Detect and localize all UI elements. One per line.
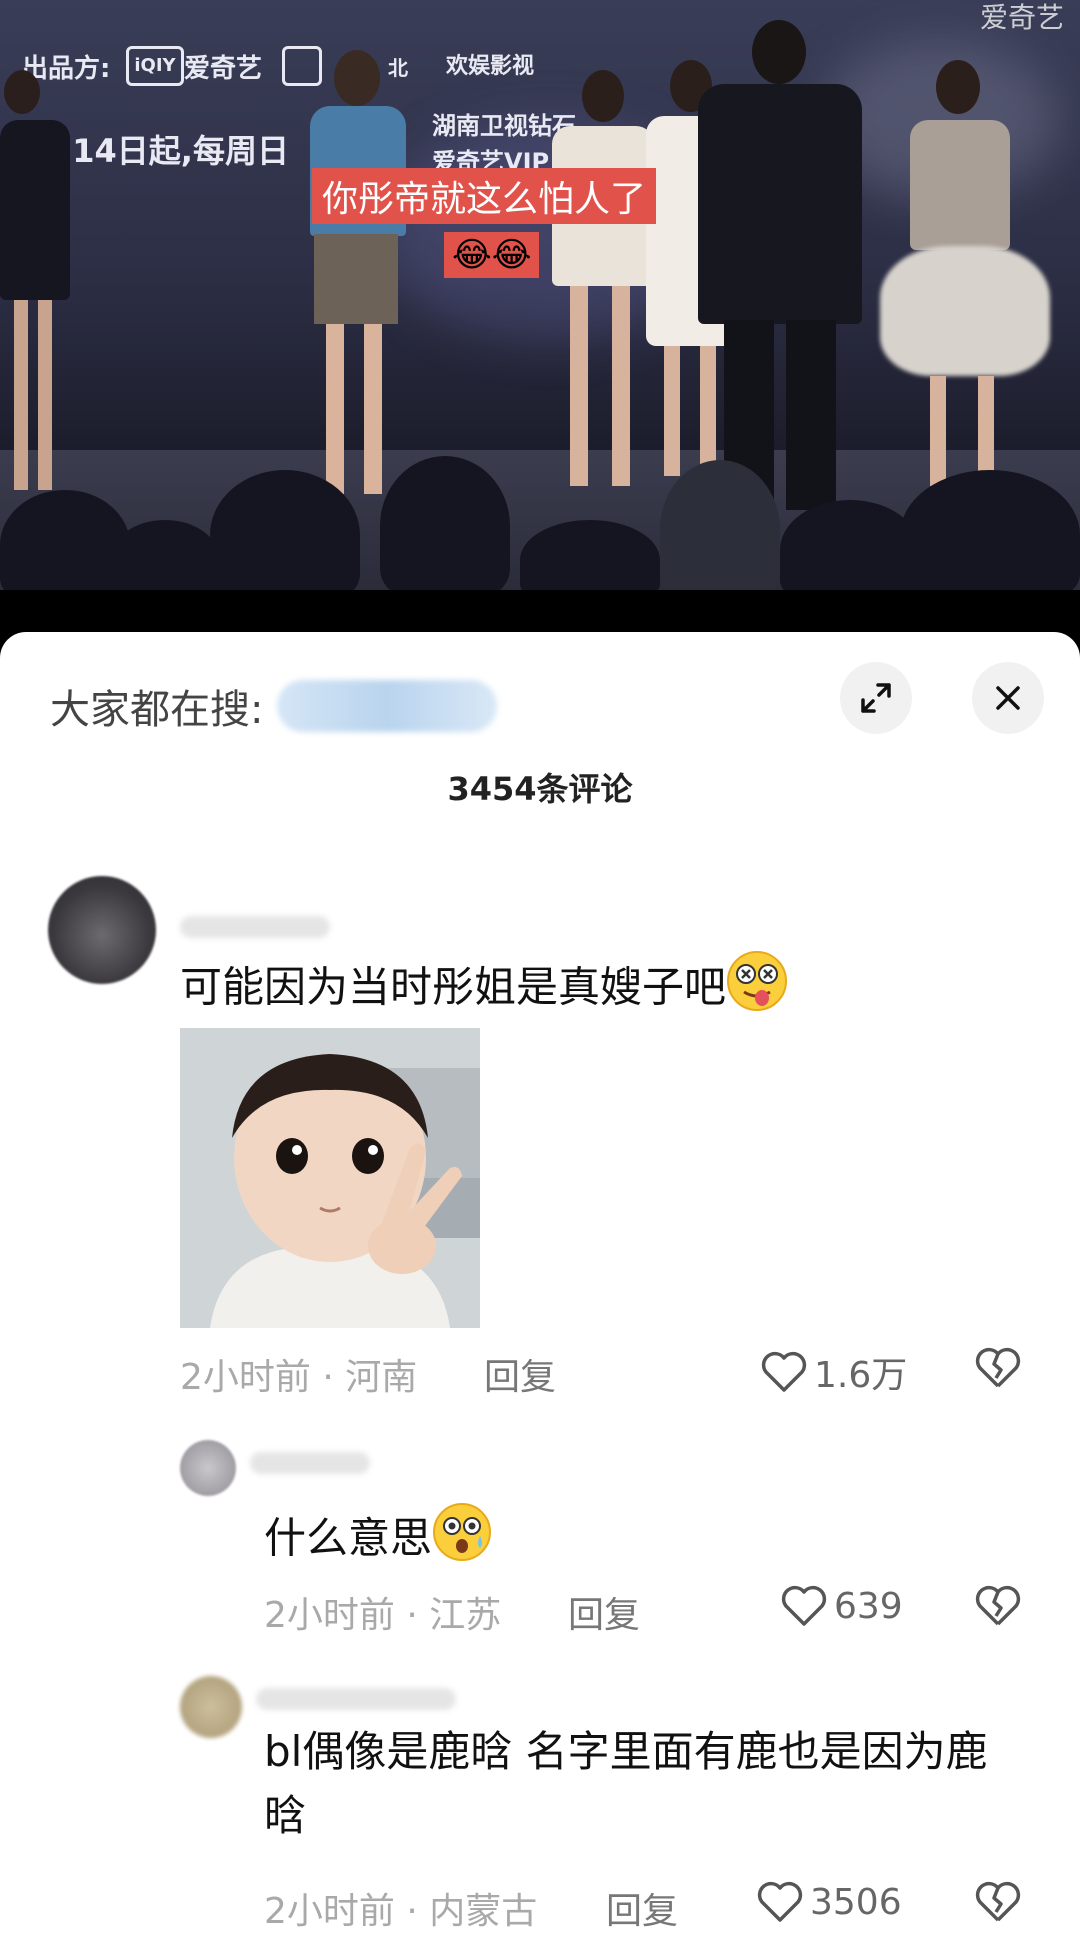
username-blurred[interactable]: [256, 1688, 456, 1710]
search-label: 大家都在搜:: [50, 687, 264, 733]
comment-image[interactable]: [180, 1028, 480, 1328]
person-right-tulle: [880, 60, 1050, 500]
comment-text: 什么意思: [264, 1502, 492, 1580]
reply-button[interactable]: 回复: [484, 1348, 556, 1400]
comment-text: 可能因为当时彤姐是真嫂子吧: [180, 950, 788, 1030]
audience: [210, 470, 360, 590]
comment-text: bl偶像是鹿晗 名字里面有鹿也是因为鹿 晗: [264, 1727, 988, 1840]
toddler-photo: [180, 1028, 480, 1328]
close-icon: [996, 686, 1020, 710]
expand-button[interactable]: [840, 662, 912, 734]
avatar[interactable]: [180, 1676, 242, 1738]
search-keyword-blurred[interactable]: [277, 680, 498, 732]
like-button[interactable]: 3506: [756, 1880, 902, 1924]
like-count: 1.6万: [814, 1355, 908, 1396]
audience: [110, 520, 220, 590]
dislike-button[interactable]: [974, 1346, 1022, 1394]
audience: [380, 456, 510, 590]
person-dark-suit: [690, 20, 870, 520]
dislike-button[interactable]: [974, 1584, 1022, 1632]
iqiyi-logo: iQIY: [126, 46, 184, 86]
comment-sheet: 大家都在搜: 3454条评论 可能因为当时彤姐是真嫂子吧 2小时前 · 河南 回…: [0, 632, 1080, 1960]
caption-emoji: 😂😂: [444, 232, 540, 278]
avatar[interactable]: [180, 1440, 236, 1496]
comment-meta: 2小时前 · 河南: [180, 1357, 418, 1398]
person-far-left: [0, 70, 70, 500]
credit-partner-huanyu: 欢娱影视: [446, 54, 535, 79]
video-player[interactable]: 出品方: iQIY 爱奇艺 北 欢娱影视 1月14日起,每周日 一 湖南卫视钻石…: [0, 0, 1080, 590]
hot-search-bar[interactable]: 大家都在搜:: [50, 676, 498, 736]
expand-icon: [861, 683, 891, 713]
username-blurred[interactable]: [250, 1452, 370, 1474]
reply-button[interactable]: 回复: [606, 1882, 678, 1934]
comment-meta: 2小时前 · 内蒙古: [264, 1891, 538, 1932]
reply-button[interactable]: 回复: [568, 1586, 640, 1638]
video-caption: 你彤帝就这么怕人了: [312, 168, 657, 224]
watermark: 爱奇艺: [980, 1, 1065, 34]
broken-heart-icon: [975, 1881, 1021, 1922]
broken-heart-icon: [975, 1347, 1021, 1388]
like-count: 3506: [810, 1881, 902, 1923]
username-blurred[interactable]: [180, 916, 330, 938]
heart-icon: [781, 1585, 827, 1626]
like-button[interactable]: 639: [780, 1584, 903, 1628]
comment-count: 3454条评论: [447, 770, 633, 808]
close-button[interactable]: [972, 662, 1044, 734]
person-left-blue: [298, 50, 418, 510]
audience: [520, 520, 660, 590]
like-button[interactable]: 1.6万: [760, 1346, 907, 1398]
heart-icon: [761, 1351, 807, 1392]
audience: [900, 470, 1080, 590]
brand-iqiyi: 爱奇艺: [184, 54, 263, 84]
broken-heart-icon: [975, 1585, 1021, 1626]
dizzy-tongue-emoji: [726, 950, 788, 1030]
like-count: 639: [834, 1585, 903, 1627]
dislike-button[interactable]: [974, 1880, 1022, 1928]
heart-icon: [757, 1881, 803, 1922]
comment-meta: 2小时前 · 江苏: [264, 1595, 502, 1636]
astonished-emoji: [432, 1502, 492, 1580]
audience: [780, 500, 920, 590]
audience: [660, 460, 780, 590]
avatar[interactable]: [48, 876, 156, 984]
